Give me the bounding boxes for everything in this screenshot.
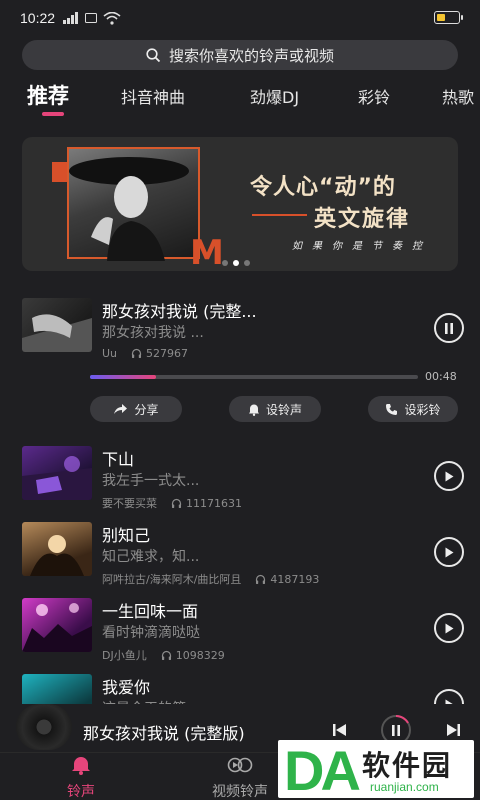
banner-image [67,147,200,261]
pause-icon [392,724,400,736]
phone-icon [386,403,398,415]
search-bar[interactable]: 搜索你喜欢的铃声或视频 [22,40,458,70]
list-item[interactable]: 下山 我左手一式太... 要不要买菜 11171631 [0,446,480,516]
play-count: 1098329 [175,648,225,662]
previous-icon[interactable] [333,724,347,736]
status-time: 10:22 [20,10,56,26]
tab-hot[interactable]: 热歌 [442,84,474,108]
pause-icon [445,322,453,334]
play-count: 527967 [146,347,189,360]
song-thumbnail [22,522,92,576]
watermark-logo: DA 软件园 ruanjian.com [278,739,474,800]
song-duration: 00:48 [425,370,457,383]
share-label: 分享 [134,402,159,417]
banner-title-2: 英文旋律 [314,207,411,232]
pagination-dot [222,260,228,266]
play-icon [445,547,454,557]
playback-progress-bar[interactable] [90,375,418,379]
song-subtitle: 知己难求，知... [102,549,200,565]
play-button[interactable] [434,537,464,567]
search-placeholder: 搜索你喜欢的铃声或视频 [168,46,334,65]
song-title: 下山 [102,450,135,469]
play-icon [445,623,454,633]
wifi-icon [103,11,121,25]
promo-banner[interactable]: M 令人心“动”的 英文旋律 如果你是节奏控 [22,137,458,271]
tab-douyin[interactable]: 抖音神曲 [121,84,185,108]
share-icon [114,404,128,414]
nav-video-ringtone-label: 视频铃声 [212,784,268,800]
cellular-signal-icon [63,12,79,24]
set-ringtone-label: 设铃声 [265,402,302,417]
play-button[interactable] [434,461,464,491]
song-subtitle: 看时钟滴滴哒哒 [102,625,200,641]
bell-icon [72,757,90,775]
song-title: 我爱你 [102,678,151,697]
headphones-icon [171,498,182,508]
song-subtitle: 我左手一式太... [102,473,200,489]
pagination-dot-active [233,260,239,266]
play-count: 11171631 [186,496,242,510]
watermark-text: 软件园 [362,749,453,782]
mini-player-title: 那女孩对我说 (完整版) [83,724,245,743]
mini-player-disc [16,704,72,750]
tab-indicator [42,112,64,116]
song-thumbnail [22,298,92,352]
pause-button[interactable] [434,313,464,343]
song-subtitle: 那女孩对我说 ... [102,325,204,341]
next-icon[interactable] [446,724,460,736]
song-thumbnail [22,446,92,500]
status-bar: 10:22 [0,0,480,36]
headphones-icon [161,650,171,660]
play-button[interactable] [434,613,464,643]
nav-ringtone-label: 铃声 [67,784,95,800]
bell-icon [248,404,259,416]
nav-ringtone[interactable]: 铃声 [60,755,102,800]
banner-pagination [222,260,250,266]
banner-title-1: 令人心“动”的 [250,175,396,200]
song-title: 一生回味一面 [102,602,199,621]
set-crbt-button[interactable]: 设彩铃 [368,396,458,422]
song-artist: DJ小鱼儿 [102,649,147,662]
tab-recommend[interactable]: 推荐 [27,80,69,110]
video-icon [227,757,253,773]
play-count: 4187193 [270,572,320,586]
battery-icon [434,11,463,24]
play-icon [445,471,454,481]
progress-fill [90,375,156,379]
banner-subtitle: 如果你是节奏控 [292,241,432,252]
category-tabs: 推荐 抖音神曲 劲爆DJ 彩铃 热歌 [0,78,480,118]
nav-video-ringtone[interactable]: 视频铃声 [205,755,275,800]
set-crbt-label: 设彩铃 [404,402,441,417]
banner-divider [252,214,307,216]
song-title: 那女孩对我说 (完整... [102,302,257,321]
song-artist: 要不要买菜 [102,497,157,510]
watermark-url: ruanjian.com [370,780,439,794]
headphones-icon [131,348,142,358]
headphones-icon [256,574,266,584]
song-artist: 阿吽拉古/海来阿木/曲比阿且 [102,573,242,586]
message-icon [85,13,98,23]
tab-dj[interactable]: 劲爆DJ [250,84,299,108]
pagination-dot [244,260,250,266]
list-item[interactable]: 一生回味一面 看时钟滴滴哒哒 DJ小鱼儿 1098329 [0,598,480,668]
search-icon [146,47,161,62]
song-thumbnail [22,598,92,652]
set-ringtone-button[interactable]: 设铃声 [229,396,321,422]
tab-crbt[interactable]: 彩铃 [358,84,390,108]
song-artist: Uu [102,347,118,360]
list-item-current[interactable]: 那女孩对我说 (完整... 那女孩对我说 ... Uu 527967 [0,298,480,368]
song-title: 别知己 [102,526,151,545]
watermark-letters: DA [284,739,361,800]
banner-letter: M [190,233,224,271]
list-item[interactable]: 别知己 知己难求，知... 阿吽拉古/海来阿木/曲比阿且 4187193 [0,522,480,592]
share-button[interactable]: 分享 [90,396,182,422]
